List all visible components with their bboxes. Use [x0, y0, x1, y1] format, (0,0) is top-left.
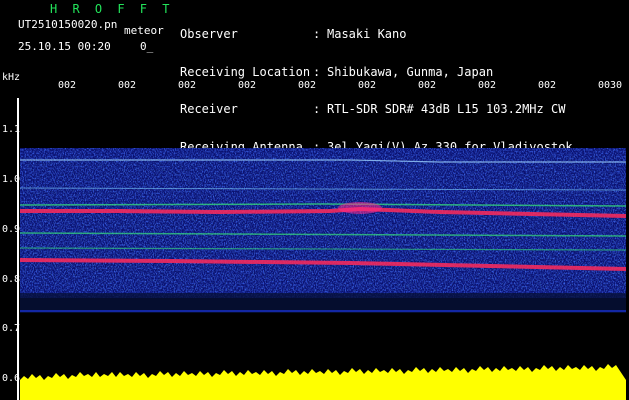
meteor-echo [338, 202, 382, 214]
x-tick-label: 002 [58, 80, 77, 91]
location-label: Receiving Location [180, 64, 311, 79]
x-tick-label: 002 [298, 80, 317, 91]
observer-value: Masaki Kano [327, 27, 407, 41]
amplitude-edge [20, 364, 626, 380]
spectrogram-plot [20, 148, 626, 400]
x-tick-label: 002 [238, 80, 257, 91]
file-name: UT2510150020.pn [18, 18, 118, 31]
x-tick-label: 002 [118, 80, 137, 91]
x-tick-label: 002 [178, 80, 197, 91]
noise-texture-green [20, 156, 626, 291]
x-tick-label: 002 [358, 80, 377, 91]
observer-colon: : [313, 27, 321, 41]
location-value: Shibukawa, Gunma, Japan [327, 64, 494, 79]
noise-faint-lower [20, 293, 626, 313]
app-title: H R O F F T [50, 2, 174, 16]
x-tick-label: 002 [538, 80, 557, 91]
y-axis-line [17, 98, 19, 400]
amplitude-strip [20, 380, 626, 400]
x-tick-label: 0030 [598, 80, 623, 91]
x-tick-label: 002 [478, 80, 497, 91]
location-colon: : [313, 64, 321, 79]
date-time: 25.10.15 00:20 [18, 40, 111, 53]
date-time-extra: 0_ [140, 40, 154, 53]
y-axis-unit: kHz [2, 72, 21, 83]
observer-label: Observer [180, 27, 238, 41]
meteor-label: meteor [124, 24, 164, 37]
x-tick-label: 002 [418, 80, 437, 91]
